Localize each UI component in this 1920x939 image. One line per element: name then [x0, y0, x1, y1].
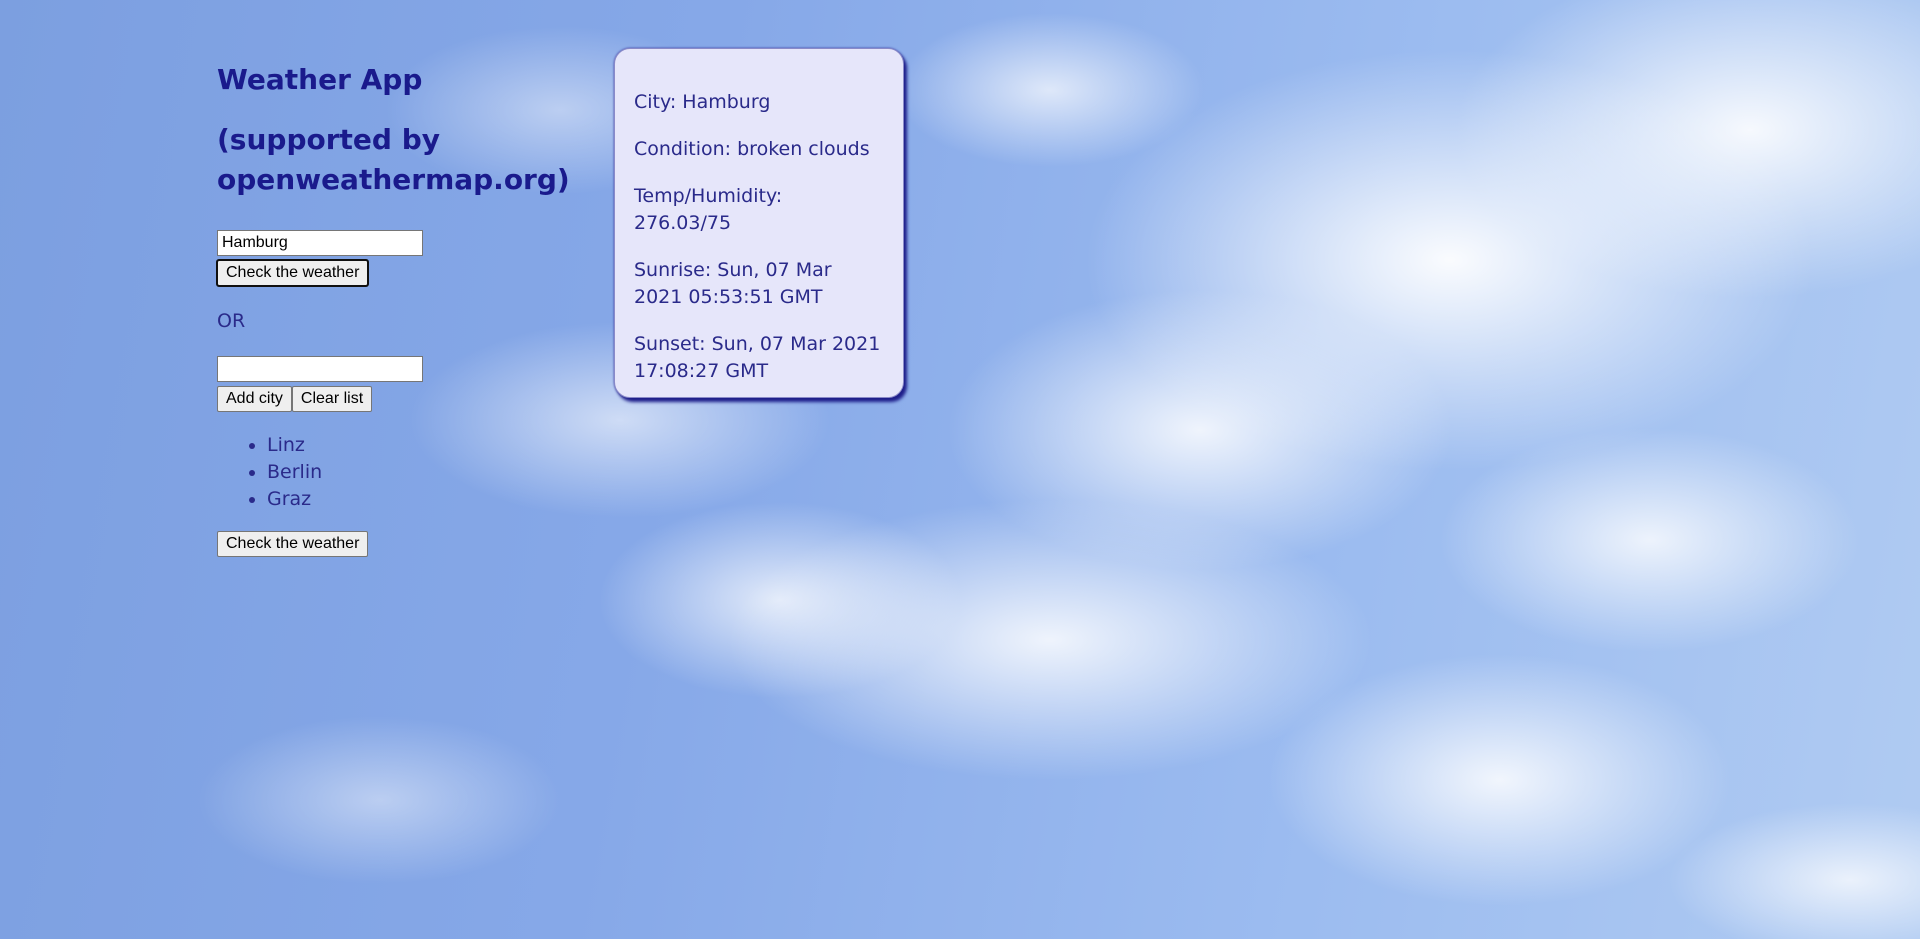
add-city-input[interactable]: [217, 356, 423, 382]
city-list: Linz Berlin Graz: [217, 432, 577, 513]
control-panel: Weather App (supported by openweathermap.…: [215, 58, 577, 557]
city-search-input[interactable]: [217, 230, 423, 256]
condition-line: Condition: broken clouds: [634, 138, 870, 160]
check-weather-button[interactable]: Check the weather: [215, 259, 370, 287]
sunset-line: Sunset: Sun, 07 Mar 2021 17:08:27 GMT: [634, 333, 881, 382]
sunrise-line: Sunrise: Sun, 07 Mar 2021 05:53:51 GMT: [634, 259, 832, 308]
list-item: Graz: [267, 486, 577, 513]
app-subtitle: (supported by openweathermap.org): [217, 123, 570, 196]
city-line: City: Hamburg: [634, 91, 771, 113]
list-item: Linz: [267, 432, 577, 459]
app-title: Weather App: [217, 63, 423, 96]
list-item: Berlin: [267, 459, 577, 486]
clear-list-button[interactable]: Clear list: [291, 386, 373, 412]
weather-result-card: City: Hamburg Condition: broken clouds T…: [614, 48, 904, 398]
temp-humidity-line: Temp/Humidity: 276.03/75: [634, 185, 783, 234]
or-separator: OR: [217, 310, 246, 332]
list-button-row: Add city Clear list: [217, 386, 577, 412]
check-list-weather-button[interactable]: Check the weather: [217, 531, 369, 557]
add-city-button[interactable]: Add city: [217, 386, 292, 412]
